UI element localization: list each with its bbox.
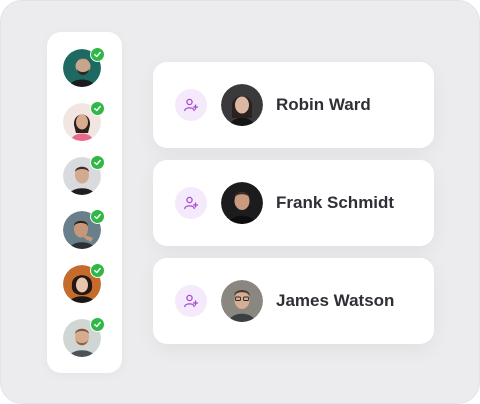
contact-name: Robin Ward: [276, 95, 371, 114]
verified-check-icon: [90, 155, 105, 170]
contact-card: Robin Ward: [153, 62, 434, 148]
sidebar-avatar-3[interactable]: [63, 155, 105, 195]
contact-name: Frank Schmidt: [276, 193, 395, 212]
add-contact-button[interactable]: [175, 285, 207, 317]
verified-check-icon: [90, 101, 105, 116]
add-user-icon: [184, 98, 199, 112]
contact-avatar: [221, 182, 263, 224]
verified-check-icon: [90, 209, 105, 224]
verified-check-icon: [90, 263, 105, 278]
sidebar-avatar-1[interactable]: [63, 47, 105, 87]
contact-avatar: [221, 84, 263, 126]
verified-check-icon: [90, 317, 105, 332]
app-frame: Robin Ward Frank Schmidt James Watson: [0, 0, 480, 404]
add-contact-button[interactable]: [175, 89, 207, 121]
add-contact-button[interactable]: [175, 187, 207, 219]
contacts-sidebar: [47, 32, 122, 373]
sidebar-avatar-6[interactable]: [63, 317, 105, 357]
contact-avatar: [221, 280, 263, 322]
add-user-icon: [184, 196, 199, 210]
contact-name: James Watson: [276, 291, 395, 310]
verified-check-icon: [90, 47, 105, 62]
sidebar-avatar-2[interactable]: [63, 101, 105, 141]
contact-card: Frank Schmidt: [153, 160, 434, 246]
contact-card: James Watson: [153, 258, 434, 344]
sidebar-avatar-4[interactable]: [63, 209, 105, 249]
sidebar-avatar-5[interactable]: [63, 263, 105, 303]
add-user-icon: [184, 294, 199, 308]
